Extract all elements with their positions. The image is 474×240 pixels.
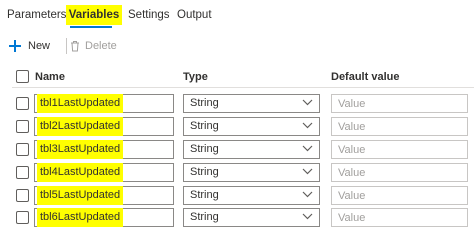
variable-name-value: tbl6LastUpdated [37, 208, 124, 227]
active-tab-indicator [70, 26, 112, 28]
chevron-down-icon [302, 213, 313, 220]
plus-icon [8, 39, 22, 53]
variable-type-dropdown[interactable]: String [183, 94, 320, 113]
variable-name-field[interactable]: tbl3LastUpdated [34, 140, 174, 159]
toolbar: New Delete [0, 35, 474, 57]
tab-variables[interactable]: Variables [66, 5, 122, 25]
row-checkbox[interactable] [16, 189, 29, 202]
variable-name-field[interactable]: tbl2LastUpdated [34, 117, 174, 136]
chevron-down-icon [302, 191, 313, 198]
variable-type-value: String [190, 120, 219, 132]
default-value-input[interactable] [331, 163, 468, 182]
variable-type-dropdown[interactable]: String [183, 117, 320, 136]
select-all-checkbox[interactable] [16, 70, 29, 83]
variable-type-dropdown[interactable]: String [183, 140, 320, 159]
default-value-input[interactable] [331, 186, 468, 205]
variable-name-field[interactable]: tbl1LastUpdated [34, 94, 174, 113]
tab-output[interactable]: Output [177, 5, 212, 25]
variable-type-value: String [190, 211, 219, 223]
column-header-default-value: Default value [331, 71, 400, 83]
variable-name-value: tbl5LastUpdated [37, 186, 124, 205]
delete-button[interactable]: Delete [70, 35, 117, 57]
variable-name-field[interactable]: tbl6LastUpdated [34, 208, 174, 227]
toolbar-divider [66, 38, 67, 54]
row-checkbox[interactable] [16, 120, 29, 133]
variable-type-value: String [190, 166, 219, 178]
table-row: tbl1LastUpdated String [0, 93, 474, 115]
table-row: tbl3LastUpdated String [0, 139, 474, 161]
variable-name-field[interactable]: tbl4LastUpdated [34, 163, 174, 182]
table-header: Name Type Default value [0, 67, 474, 87]
default-value-input[interactable] [331, 94, 468, 113]
table-row: tbl4LastUpdated String [0, 162, 474, 184]
header-divider [12, 87, 474, 88]
variable-name-value: tbl2LastUpdated [37, 117, 124, 136]
variable-type-value: String [190, 189, 219, 201]
table-row: tbl2LastUpdated String [0, 116, 474, 138]
default-value-input[interactable] [331, 117, 468, 136]
row-checkbox[interactable] [16, 97, 29, 110]
variable-type-dropdown[interactable]: String [183, 186, 320, 205]
variable-type-value: String [190, 143, 219, 155]
chevron-down-icon [302, 122, 313, 129]
column-header-name: Name [35, 71, 65, 83]
variable-name-value: tbl4LastUpdated [37, 163, 124, 182]
variable-type-value: String [190, 97, 219, 109]
default-value-input[interactable] [331, 208, 468, 227]
new-button[interactable]: New [8, 35, 50, 57]
new-button-label: New [28, 40, 51, 52]
delete-button-label: Delete [85, 40, 117, 52]
row-checkbox[interactable] [16, 166, 29, 179]
chevron-down-icon [302, 99, 313, 106]
chevron-down-icon [302, 145, 313, 152]
chevron-down-icon [302, 168, 313, 175]
variable-name-value: tbl1LastUpdated [37, 94, 124, 113]
column-header-type: Type [183, 71, 208, 83]
variable-type-dropdown[interactable]: String [183, 208, 320, 227]
variable-type-dropdown[interactable]: String [183, 163, 320, 182]
table-row: tbl5LastUpdated String [0, 185, 474, 207]
trash-icon [71, 41, 79, 52]
tab-bar: Parameters Variables Settings Output [0, 0, 474, 30]
variable-name-field[interactable]: tbl5LastUpdated [34, 186, 174, 205]
tab-parameters[interactable]: Parameters [7, 5, 66, 25]
tab-settings[interactable]: Settings [128, 5, 170, 25]
row-checkbox[interactable] [16, 211, 29, 224]
default-value-input[interactable] [331, 140, 468, 159]
variable-name-value: tbl3LastUpdated [37, 140, 124, 159]
row-checkbox[interactable] [16, 143, 29, 156]
table-row: tbl6LastUpdated String [0, 207, 474, 229]
